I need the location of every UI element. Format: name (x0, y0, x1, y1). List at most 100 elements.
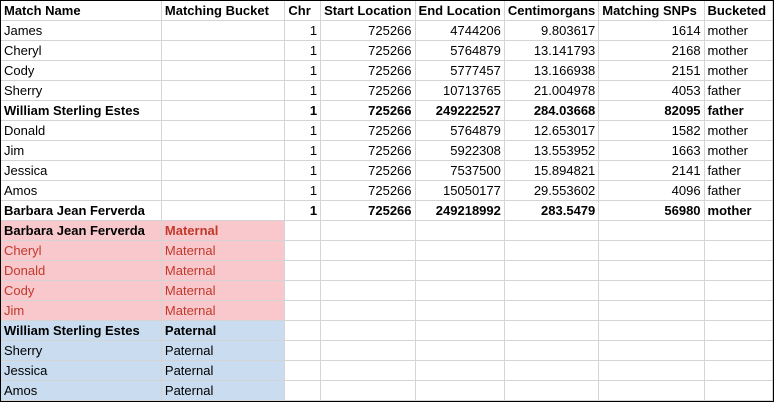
match-name-cell[interactable]: Cheryl (1, 40, 162, 61)
paternal-bucket-cell[interactable]: Paternal (161, 320, 286, 341)
empty-cell[interactable] (598, 260, 705, 281)
header-centimorgans[interactable]: Centimorgans (504, 1, 600, 21)
end-location-cell[interactable]: 5922308 (415, 140, 505, 161)
matching-snps-cell[interactable]: 1614 (598, 20, 705, 41)
empty-cell[interactable] (320, 300, 416, 321)
paternal-name-cell[interactable]: Sherry (1, 340, 162, 361)
end-location-cell[interactable]: 10713765 (415, 80, 505, 101)
end-location-cell[interactable]: 5777457 (415, 60, 505, 81)
bucketed-cell[interactable]: mother (704, 200, 773, 221)
paternal-name-cell[interactable]: Jessica (1, 360, 162, 381)
empty-cell[interactable] (704, 380, 773, 401)
match-name-cell[interactable]: Barbara Jean Ferverda (1, 200, 162, 221)
empty-cell[interactable] (504, 380, 600, 401)
header-matching-bucket[interactable]: Matching Bucket (161, 1, 286, 21)
maternal-bucket-cell[interactable]: Maternal (161, 260, 286, 281)
start-location-cell[interactable]: 725266 (320, 20, 416, 41)
empty-cell[interactable] (704, 280, 773, 301)
empty-cell[interactable] (415, 240, 505, 261)
match-name-cell[interactable]: Sherry (1, 80, 162, 101)
empty-cell[interactable] (704, 320, 773, 341)
maternal-bucket-cell[interactable]: Maternal (161, 280, 286, 301)
empty-cell[interactable] (284, 260, 322, 281)
matching-snps-cell[interactable]: 2151 (598, 60, 705, 81)
empty-cell[interactable] (284, 340, 322, 361)
end-location-cell[interactable]: 5764879 (415, 40, 505, 61)
bucketed-cell[interactable]: mother (704, 40, 773, 61)
maternal-name-cell[interactable]: Donald (1, 260, 162, 281)
matching-bucket-cell[interactable] (161, 100, 286, 121)
matching-snps-cell[interactable]: 4096 (598, 180, 705, 201)
header-end-location[interactable]: End Location (415, 1, 505, 21)
empty-cell[interactable] (598, 240, 705, 261)
chr-cell[interactable]: 1 (284, 120, 322, 141)
empty-cell[interactable] (320, 280, 416, 301)
empty-cell[interactable] (415, 260, 505, 281)
chr-cell[interactable]: 1 (284, 200, 322, 221)
centimorgans-cell[interactable]: 283.5479 (504, 200, 600, 221)
chr-cell[interactable]: 1 (284, 180, 322, 201)
paternal-bucket-cell[interactable]: Paternal (161, 380, 286, 401)
empty-cell[interactable] (320, 360, 416, 381)
empty-cell[interactable] (504, 360, 600, 381)
matching-bucket-cell[interactable] (161, 20, 286, 41)
empty-cell[interactable] (415, 220, 505, 241)
matching-snps-cell[interactable]: 1582 (598, 120, 705, 141)
matching-snps-cell[interactable]: 82095 (598, 100, 705, 121)
maternal-name-cell[interactable]: Cheryl (1, 240, 162, 261)
maternal-name-cell[interactable]: Jim (1, 300, 162, 321)
empty-cell[interactable] (504, 300, 600, 321)
empty-cell[interactable] (598, 380, 705, 401)
header-bucketed[interactable]: Bucketed (704, 1, 773, 21)
start-location-cell[interactable]: 725266 (320, 100, 416, 121)
empty-cell[interactable] (504, 220, 600, 241)
start-location-cell[interactable]: 725266 (320, 140, 416, 161)
bucketed-cell[interactable]: mother (704, 60, 773, 81)
empty-cell[interactable] (320, 240, 416, 261)
empty-cell[interactable] (704, 360, 773, 381)
empty-cell[interactable] (598, 300, 705, 321)
empty-cell[interactable] (598, 320, 705, 341)
paternal-name-cell[interactable]: William Sterling Estes (1, 320, 162, 341)
chr-cell[interactable]: 1 (284, 60, 322, 81)
empty-cell[interactable] (320, 320, 416, 341)
chr-cell[interactable]: 1 (284, 100, 322, 121)
start-location-cell[interactable]: 725266 (320, 120, 416, 141)
matching-bucket-cell[interactable] (161, 120, 286, 141)
maternal-name-cell[interactable]: Barbara Jean Ferverda (1, 220, 162, 241)
empty-cell[interactable] (284, 300, 322, 321)
matching-snps-cell[interactable]: 2168 (598, 40, 705, 61)
empty-cell[interactable] (504, 340, 600, 361)
empty-cell[interactable] (598, 220, 705, 241)
empty-cell[interactable] (415, 300, 505, 321)
matching-bucket-cell[interactable] (161, 60, 286, 81)
centimorgans-cell[interactable]: 12.653017 (504, 120, 600, 141)
end-location-cell[interactable]: 15050177 (415, 180, 505, 201)
matching-snps-cell[interactable]: 56980 (598, 200, 705, 221)
start-location-cell[interactable]: 725266 (320, 200, 416, 221)
matching-bucket-cell[interactable] (161, 80, 286, 101)
empty-cell[interactable] (704, 340, 773, 361)
maternal-bucket-cell[interactable]: Maternal (161, 240, 286, 261)
centimorgans-cell[interactable]: 29.553602 (504, 180, 600, 201)
end-location-cell[interactable]: 7537500 (415, 160, 505, 181)
chr-cell[interactable]: 1 (284, 20, 322, 41)
start-location-cell[interactable]: 725266 (320, 180, 416, 201)
empty-cell[interactable] (415, 360, 505, 381)
empty-cell[interactable] (504, 280, 600, 301)
header-chr[interactable]: Chr (284, 1, 322, 21)
bucketed-cell[interactable]: mother (704, 140, 773, 161)
header-matching-snps[interactable]: Matching SNPs (598, 1, 705, 21)
matching-bucket-cell[interactable] (161, 180, 286, 201)
matching-snps-cell[interactable]: 4053 (598, 80, 705, 101)
centimorgans-cell[interactable]: 13.553952 (504, 140, 600, 161)
match-name-cell[interactable]: Cody (1, 60, 162, 81)
end-location-cell[interactable]: 249218992 (415, 200, 505, 221)
bucketed-cell[interactable]: father (704, 80, 773, 101)
centimorgans-cell[interactable]: 284.03668 (504, 100, 600, 121)
matching-snps-cell[interactable]: 1663 (598, 140, 705, 161)
paternal-name-cell[interactable]: Amos (1, 380, 162, 401)
paternal-bucket-cell[interactable]: Paternal (161, 340, 286, 361)
empty-cell[interactable] (704, 260, 773, 281)
empty-cell[interactable] (415, 320, 505, 341)
